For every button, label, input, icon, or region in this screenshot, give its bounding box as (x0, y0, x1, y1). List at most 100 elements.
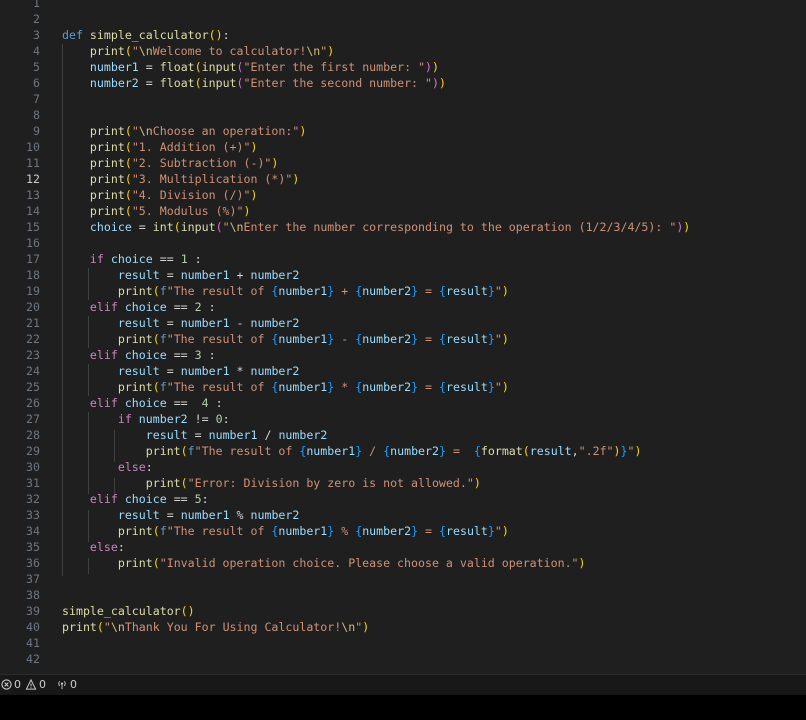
code-line[interactable]: 16 (0, 235, 806, 251)
code-token: def (62, 28, 90, 42)
code-line[interactable]: 34 print(f"The result of {number1} % {nu… (0, 523, 806, 539)
code-line[interactable]: 36 print("Invalid operation choice. Plea… (0, 555, 806, 571)
code-token: print (89, 156, 125, 170)
code-line[interactable]: 32 elif choice == 5: (0, 491, 806, 507)
code-token: "Enter the first number: " (243, 60, 426, 74)
code-line[interactable]: 29 print(f"The result of {number1} / {nu… (0, 443, 806, 459)
code-token: print (145, 444, 181, 458)
code-token: ( (173, 220, 181, 234)
code-text: elif choice == 2 : (62, 299, 216, 315)
line-number: 10 (26, 140, 40, 154)
code-token: = (159, 508, 181, 522)
code-line[interactable]: 41 (0, 635, 806, 651)
code-line[interactable]: 21 result = number1 - number2 (0, 315, 806, 331)
code-line[interactable]: 23 elif choice == 3 : (0, 347, 806, 363)
ports-indicator[interactable]: 0 (56, 678, 77, 691)
code-token: ( (124, 140, 132, 154)
code-line[interactable]: 11 print("2. Subtraction (-)") (0, 155, 806, 171)
code-token: result (529, 444, 572, 458)
code-token: : (187, 252, 202, 266)
code-text: result = number1 - number2 (62, 315, 300, 331)
code-line[interactable]: 13 print("4. Division (/)") (0, 187, 806, 203)
code-token: result (117, 268, 160, 282)
code-line[interactable]: 6 number2 = float(input("Enter the secon… (0, 75, 806, 91)
code-line[interactable]: 40 print("\nThank You For Using Calculato… (0, 619, 806, 635)
code-token: Enter the number corresponding to the op… (243, 220, 677, 234)
code-token: print (89, 188, 125, 202)
code-text: print("\nChoose an operation:") (62, 123, 306, 139)
code-line[interactable]: 3 def simple_calculator(): (0, 27, 806, 43)
code-text: print("1. Addition (+)") (62, 139, 258, 155)
code-token: ( (180, 444, 188, 458)
code-line[interactable]: 15 choice = int(input("\nEnter the numbe… (0, 219, 806, 235)
code-token: print (117, 524, 153, 538)
code-line[interactable]: 37 (0, 571, 806, 587)
code-line[interactable]: 39 simple_calculator() (0, 603, 806, 619)
code-line[interactable]: 30 else: (0, 459, 806, 475)
code-line[interactable]: 19 print(f"The result of {number1} + {nu… (0, 283, 806, 299)
code-text: print(f"The result of {number1} - {numbe… (62, 331, 509, 347)
code-line[interactable]: 31 print("Error: Division by zero is not… (0, 475, 806, 491)
code-line[interactable]: 9 print("\nChoose an operation:") (0, 123, 806, 139)
line-number: 24 (26, 364, 40, 378)
code-token: = (445, 444, 474, 458)
code-token: number1 (278, 332, 328, 346)
code-text: elif choice == 3 : (62, 347, 216, 363)
code-token: choice (89, 220, 132, 234)
code-line[interactable]: 22 print(f"The result of {number1} - {nu… (0, 331, 806, 347)
code-line[interactable]: 14 print("5. Modulus (%)") (0, 203, 806, 219)
code-token: " (627, 444, 635, 458)
code-line[interactable]: 12 print("3. Multiplication (*)") (0, 171, 806, 187)
code-line[interactable]: 25 print(f"The result of {number1} * {nu… (0, 379, 806, 395)
code-line[interactable]: 24 result = number1 * number2 (0, 363, 806, 379)
code-token: number2 (250, 316, 300, 330)
code-line[interactable]: 20 elif choice == 2 : (0, 299, 806, 315)
code-line[interactable]: 28 result = number1 / number2 (0, 427, 806, 443)
code-token: print (117, 284, 153, 298)
code-token: number1 (278, 524, 328, 538)
line-number: 22 (26, 332, 40, 346)
code-token: } (487, 380, 495, 394)
code-line[interactable]: 42 (0, 651, 806, 667)
code-token: } (487, 524, 495, 538)
code-token: simple_calculator (62, 604, 181, 618)
code-text: print("4. Division (/)") (62, 187, 258, 203)
code-line[interactable]: 7 (0, 91, 806, 107)
code-token: 4 (201, 396, 209, 410)
code-token: = (418, 524, 440, 538)
code-line[interactable]: 35 else: (0, 539, 806, 555)
code-line[interactable]: 18 result = number1 + number2 (0, 267, 806, 283)
code-editor[interactable]: 1 2 3 def simple_calculator(): 4 print("\nWe… (0, 0, 806, 674)
code-line[interactable]: 4 print("\nWelcome to calculator!\n") (0, 43, 806, 59)
error-circle-icon (1, 679, 12, 690)
code-line[interactable]: 1 (0, 0, 806, 11)
code-token: "Error: Division by zero is not allowed.… (187, 476, 474, 490)
code-line[interactable]: 26 elif choice == 4 : (0, 395, 806, 411)
line-number: 25 (26, 380, 40, 394)
line-number: 19 (26, 284, 40, 298)
code-text: print(f"The result of {number1} % {numbe… (62, 523, 509, 539)
code-text: else: (62, 539, 125, 555)
problems-indicator[interactable]: 0 0 (1, 678, 46, 691)
code-token: ( (152, 380, 160, 394)
code-line[interactable]: 2 (0, 11, 806, 27)
code-token: - (229, 316, 251, 330)
code-line[interactable]: 38 (0, 587, 806, 603)
code-token: number2 (138, 412, 188, 426)
code-token: print (117, 332, 153, 346)
code-token: = (159, 268, 181, 282)
code-line[interactable]: 17 if choice == 1 : (0, 251, 806, 267)
code-line[interactable]: 33 result = number1 % number2 (0, 507, 806, 523)
code-line[interactable]: 10 print("1. Addition (+)") (0, 139, 806, 155)
code-line[interactable]: 27 if number2 != 0: (0, 411, 806, 427)
code-line[interactable]: 8 (0, 107, 806, 123)
code-token: == (166, 300, 195, 314)
code-line[interactable]: 5 number1 = float(input("Enter the first… (0, 59, 806, 75)
